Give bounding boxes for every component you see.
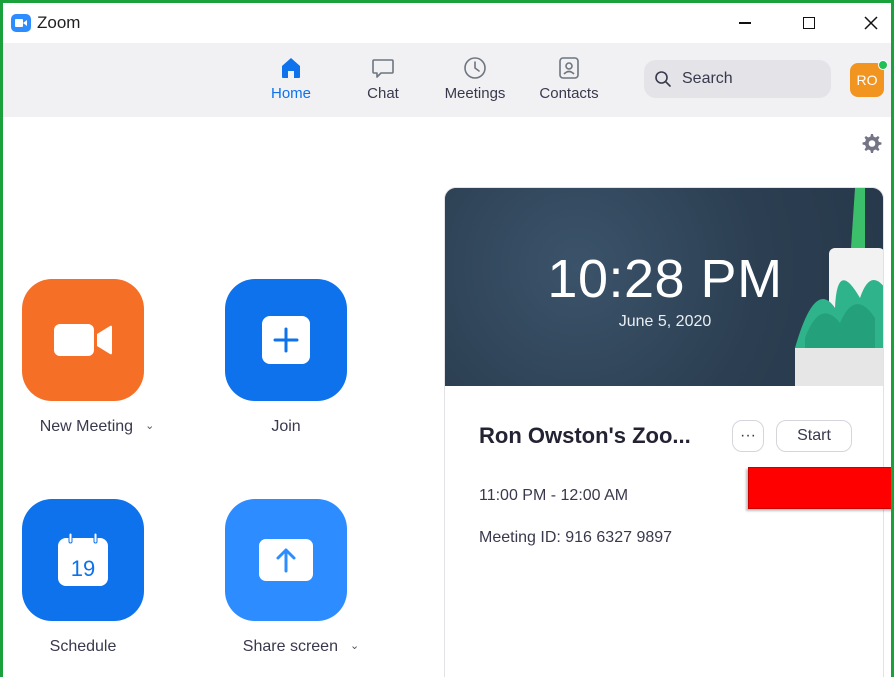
- share-screen-label-wrap: Share screen ⌄: [221, 638, 381, 656]
- zoom-window: Zoom Home Chat Meetings Contacts Search …: [0, 0, 894, 677]
- schedule-label: Schedule: [49, 638, 117, 655]
- settings-gear-icon[interactable]: [859, 132, 883, 156]
- video-camera-icon: [54, 324, 112, 356]
- calendar-day: 19: [71, 556, 95, 581]
- meeting-id: Meeting ID: 916 6327 9897: [479, 529, 673, 546]
- zoom-logo-icon: [11, 14, 31, 32]
- close-button[interactable]: [851, 9, 891, 37]
- online-status-dot: [878, 60, 888, 70]
- new-meeting-button[interactable]: [22, 279, 144, 401]
- contacts-icon: [559, 57, 579, 79]
- maximize-icon: [803, 17, 815, 29]
- tab-contacts-label: Contacts: [539, 85, 599, 102]
- chevron-down-icon[interactable]: ⌄: [350, 639, 359, 652]
- tab-meetings[interactable]: Meetings: [435, 55, 515, 102]
- red-highlight-box: [748, 467, 891, 509]
- join-button[interactable]: [225, 279, 347, 401]
- current-date: June 5, 2020: [618, 313, 712, 330]
- join-label: Join: [271, 418, 301, 435]
- clock-banner: 10:28 PM June 5, 2020: [445, 188, 883, 386]
- current-time: 10:28 PM: [547, 249, 783, 309]
- meeting-time: 11:00 PM - 12:00 AM: [479, 487, 629, 504]
- tab-contacts[interactable]: Contacts: [529, 55, 609, 102]
- search-box[interactable]: Search: [644, 60, 831, 98]
- title-bar: Zoom: [3, 3, 891, 43]
- maximize-button[interactable]: [789, 9, 829, 37]
- minimize-button[interactable]: [725, 9, 765, 37]
- share-screen-button[interactable]: [225, 499, 347, 621]
- top-nav: Home Chat Meetings Contacts Search RO: [3, 43, 891, 117]
- tab-chat[interactable]: Chat: [343, 55, 423, 102]
- search-icon: [655, 71, 671, 87]
- tab-chat-label: Chat: [367, 85, 399, 102]
- meeting-title: Ron Owston's Zoo...: [479, 423, 691, 448]
- calendar-icon: 19: [58, 532, 108, 586]
- search-label: Search: [682, 70, 733, 87]
- window-title: Zoom: [37, 13, 81, 32]
- more-options-button[interactable]: ···: [732, 420, 764, 452]
- clock-icon: [464, 57, 486, 79]
- tab-home[interactable]: Home: [251, 55, 331, 102]
- upload-arrow-icon: [259, 539, 313, 581]
- upcoming-meeting-card: 10:28 PM June 5, 2020 Ron Owston's Zoo..…: [444, 187, 884, 677]
- chevron-down-icon[interactable]: ⌄: [145, 419, 154, 432]
- tab-home-label: Home: [270, 85, 311, 102]
- new-meeting-label-wrap: New Meeting ⌄: [17, 418, 177, 436]
- close-icon: [864, 16, 878, 30]
- schedule-button[interactable]: 19: [22, 499, 144, 621]
- chat-bubble-icon: [372, 59, 394, 78]
- plus-icon: [262, 316, 310, 364]
- new-meeting-label: New Meeting: [39, 418, 134, 435]
- start-meeting-button[interactable]: Start: [776, 420, 852, 452]
- share-screen-label: Share screen: [242, 638, 338, 655]
- home-icon: [282, 58, 300, 78]
- tab-meetings-label: Meetings: [444, 85, 506, 102]
- minimize-icon: [739, 22, 751, 24]
